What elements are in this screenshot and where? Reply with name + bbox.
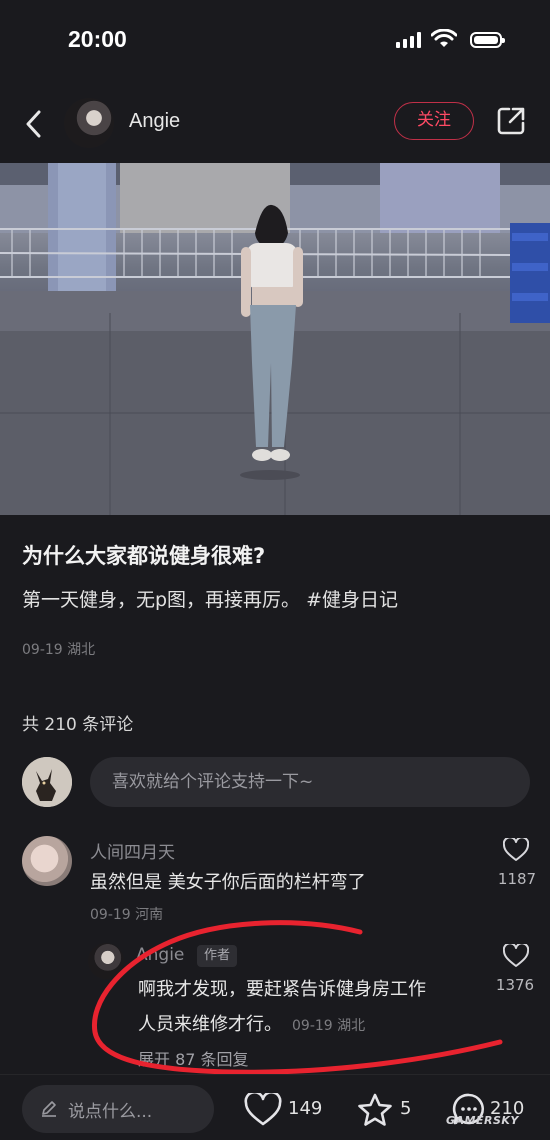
heart-icon[interactable] bbox=[503, 838, 529, 862]
comment-text[interactable]: 虽然但是 美女子你后面的栏杆弯了 bbox=[90, 868, 366, 894]
watermark: GAMERSKY bbox=[446, 1114, 519, 1127]
gym-scene-image bbox=[0, 163, 550, 515]
follow-button[interactable]: 关注 bbox=[394, 102, 474, 140]
battery-icon bbox=[470, 32, 505, 48]
share-icon[interactable] bbox=[496, 106, 526, 136]
dog-avatar-image bbox=[22, 757, 72, 807]
star-icon[interactable] bbox=[356, 1092, 394, 1128]
wifi-icon bbox=[431, 29, 457, 47]
post-date-location: 09-19 湖北 bbox=[22, 642, 96, 658]
star-count: 5 bbox=[400, 1098, 412, 1119]
comment-like-count: 1187 bbox=[497, 870, 537, 888]
back-arrow-icon[interactable] bbox=[20, 108, 48, 140]
post-hashtag[interactable]: #健身日记 bbox=[306, 589, 398, 611]
comment-count-label: 共 210 条评论 bbox=[22, 715, 134, 735]
author-avatar[interactable] bbox=[64, 98, 114, 148]
status-time: 20:00 bbox=[68, 26, 127, 52]
comment-input[interactable]: 喜欢就给个评论支持一下~ bbox=[90, 757, 530, 807]
pencil-icon bbox=[42, 1101, 56, 1117]
post-text: 第一天健身，无p图，再接再厉。 bbox=[22, 589, 301, 611]
signal-icon bbox=[396, 32, 424, 48]
commenter-avatar[interactable] bbox=[22, 836, 72, 886]
red-annotation-circle bbox=[91, 920, 503, 1075]
like-heart-icon[interactable] bbox=[244, 1093, 282, 1127]
post-photo[interactable] bbox=[0, 163, 550, 515]
like-count: 149 bbox=[288, 1098, 323, 1119]
post-title: 为什么大家都说健身很难? bbox=[22, 544, 266, 568]
my-avatar bbox=[22, 757, 72, 807]
reply-placeholder[interactable]: 说点什么... bbox=[68, 1097, 152, 1122]
commenter-name[interactable]: 人间四月天 bbox=[90, 838, 175, 863]
author-name[interactable]: Angie bbox=[129, 110, 180, 133]
post-body: 第一天健身，无p图，再接再厉。 #健身日记 bbox=[22, 585, 398, 612]
